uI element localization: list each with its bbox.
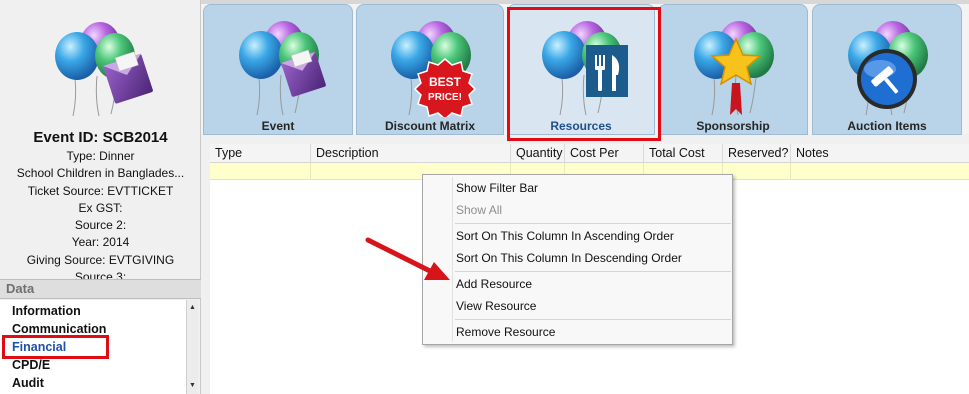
tab-event[interactable]: Event: [203, 4, 353, 135]
menu-sort-descending[interactable]: Sort On This Column In Descending Order: [456, 248, 730, 268]
tab-auction-items[interactable]: Auction Items: [812, 4, 962, 135]
scroll-up-icon[interactable]: ▲: [187, 302, 198, 313]
best-price-badge-icon: BEST PRICE!: [390, 20, 477, 117]
tab-event-label: Event: [261, 119, 295, 133]
tab-discount-matrix[interactable]: BEST PRICE! Discount Matrix: [356, 4, 504, 135]
menu-separator: [455, 223, 731, 224]
menu-separator: [455, 271, 731, 272]
menu-show-all: Show All: [456, 203, 503, 217]
giving-source-line: Giving Source: EVTGIVING: [26, 252, 175, 267]
event-type-line: Type: Dinner: [66, 149, 135, 163]
menu-show-filter-bar[interactable]: Show Filter Bar: [456, 178, 730, 198]
data-item-audit[interactable]: Audit: [12, 374, 44, 392]
scroll-down-icon[interactable]: ▼: [187, 380, 198, 391]
financial-callout-box: [2, 335, 109, 359]
grid-header: Type Description Quantity Cost Per Total…: [210, 144, 969, 163]
data-list-scrollbar[interactable]: ▲ ▼: [186, 300, 198, 394]
source-2-line: Source 2:: [74, 218, 127, 233]
event-details: Event ID: SCB2014 Type: Dinner School Ch…: [0, 128, 201, 280]
menu-remove-resource[interactable]: Remove Resource: [456, 322, 730, 342]
menu-sort-ascending[interactable]: Sort On This Column In Ascending Order: [456, 226, 730, 246]
tab-auction-items-label: Auction Items: [847, 119, 927, 133]
column-cost-per[interactable]: Cost Per: [565, 144, 644, 163]
menu-separator: [455, 319, 731, 320]
cell-reserved[interactable]: [723, 163, 791, 180]
gavel-icon: [847, 20, 929, 116]
tab-sponsorship[interactable]: Sponsorship: [658, 4, 808, 135]
app-window: Event ID: SCB2014 Type: Dinner School Ch…: [0, 0, 969, 394]
balloons-envelope-icon: [238, 20, 326, 116]
column-quantity[interactable]: Quantity: [511, 144, 565, 163]
tab-sponsorship-label: Sponsorship: [696, 119, 770, 133]
cell-type[interactable]: [210, 163, 311, 180]
svg-text:BEST: BEST: [429, 75, 462, 89]
event-name-line: School Children in Banglades...: [16, 166, 185, 181]
year-line: Year: 2014: [71, 235, 130, 250]
ex-gst-line: Ex GST:: [78, 200, 123, 215]
event-balloons-icon: [54, 21, 153, 117]
grid-context-menu: Show Filter Bar Show All Sort On This Co…: [422, 174, 733, 345]
data-item-information[interactable]: Information: [12, 302, 81, 320]
svg-text:PRICE!: PRICE!: [428, 92, 462, 103]
tab-discount-matrix-label: Discount Matrix: [384, 119, 475, 133]
ticket-source-line: Ticket Source: EVTTICKET: [27, 183, 174, 198]
star-ribbon-icon: [693, 20, 775, 116]
column-description[interactable]: Description: [311, 144, 511, 163]
column-notes[interactable]: Notes: [791, 144, 969, 163]
event-id-title: Event ID: SCB2014: [33, 129, 168, 146]
resources-callout-box: [507, 7, 661, 141]
column-reserved[interactable]: Reserved?: [723, 144, 791, 163]
red-arrow-icon: [365, 237, 450, 280]
menu-add-resource[interactable]: Add Resource: [456, 274, 730, 294]
data-section-header: Data: [0, 279, 201, 299]
column-total-cost[interactable]: Total Cost: [644, 144, 723, 163]
column-type[interactable]: Type: [210, 144, 311, 163]
menu-view-resource[interactable]: View Resource: [456, 296, 730, 316]
